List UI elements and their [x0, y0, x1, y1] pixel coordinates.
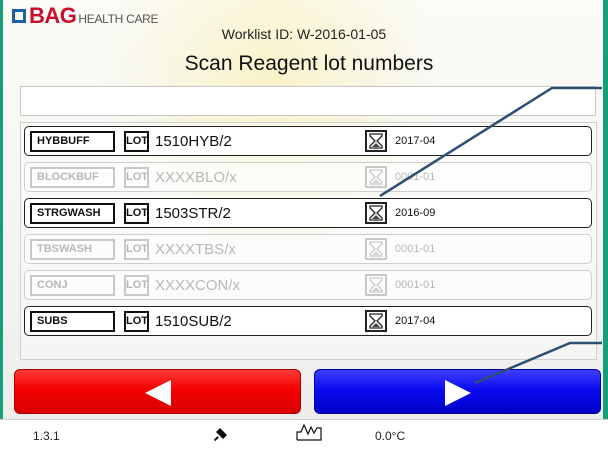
reagent-row[interactable]: TBSWASH LOT XXXXTBS/x 0001-01 — [24, 234, 592, 264]
logo-square-icon — [12, 9, 26, 23]
lot-number: XXXXTBS/x — [155, 241, 236, 258]
reagent-code: BLOCKBUF — [30, 167, 115, 188]
reagent-code: SUBS — [30, 311, 115, 332]
page-title: Scan Reagent lot numbers — [184, 52, 434, 75]
hourglass-icon — [365, 310, 387, 332]
expiry-date: 2017-04 — [395, 135, 436, 147]
arrow-left-icon — [145, 380, 171, 406]
reagent-row[interactable]: CONJ LOT XXXXCON/x 0001-01 — [24, 270, 592, 300]
hourglass-icon — [365, 238, 387, 260]
expiry-date: 0001-01 — [395, 243, 436, 255]
lot-number: XXXXCON/x — [155, 277, 241, 294]
logo-subtitle-text: HEALTH CARE — [78, 12, 159, 26]
temperature-readout: 0.0°C — [375, 429, 406, 443]
arrow-right-icon — [445, 380, 471, 406]
lot-label: LOT — [124, 203, 149, 224]
lot-number: XXXXBLO/x — [155, 169, 237, 186]
reagent-code: HYBBUFF — [30, 131, 115, 152]
reagent-row[interactable]: BLOCKBUF LOT XXXXBLO/x 0001-01 — [24, 162, 592, 192]
lot-label: LOT — [124, 131, 149, 152]
expiry-date: 2017-04 — [395, 315, 436, 327]
status-bar: 1.3.1 0.0°C — [0, 419, 608, 451]
expiry-date: 0001-01 — [395, 171, 436, 183]
reagent-code: TBSWASH — [30, 239, 115, 260]
lot-number: 1503STR/2 — [155, 205, 231, 222]
reagent-row[interactable]: SUBS LOT 1510SUB/2 2017-04 — [24, 306, 592, 336]
lot-label: LOT — [124, 167, 149, 188]
worklist-id: Worklist ID: W-2016-01-05 — [221, 26, 387, 42]
plug-icon — [214, 428, 227, 441]
instrument-screen: BAG HEALTH CARE Worklist ID: W-2016-01-0… — [0, 0, 608, 451]
reagent-row[interactable]: HYBBUFF LOT 1510HYB/2 2017-04 — [24, 126, 592, 156]
lot-label: LOT — [124, 275, 149, 296]
software-version: 1.3.1 — [33, 429, 60, 443]
hourglass-icon — [365, 166, 387, 188]
reagent-code: CONJ — [30, 275, 115, 296]
next-button[interactable] — [314, 369, 601, 414]
lot-label: LOT — [124, 239, 149, 260]
reagent-row[interactable]: STRGWASH LOT 1503STR/2 2016-09 — [24, 198, 592, 228]
lot-number: 1510HYB/2 — [155, 133, 232, 150]
reagent-code: STRGWASH — [30, 203, 115, 224]
hourglass-icon — [365, 274, 387, 296]
back-button[interactable] — [14, 369, 301, 414]
lot-number: 1510SUB/2 — [155, 313, 232, 330]
brand-logo: BAG HEALTH CARE — [12, 3, 159, 28]
lot-label: LOT — [124, 311, 149, 332]
waveform-icon — [296, 423, 322, 441]
expiry-date: 0001-01 — [395, 279, 436, 291]
scan-input[interactable] — [20, 86, 596, 116]
reagent-list: HYBBUFF LOT 1510HYB/2 2017-04 BLOCKBUF LOT XXX… — [20, 122, 597, 360]
expiry-date: 2016-09 — [395, 207, 436, 219]
hourglass-icon — [365, 202, 387, 224]
hourglass-icon — [365, 130, 387, 152]
